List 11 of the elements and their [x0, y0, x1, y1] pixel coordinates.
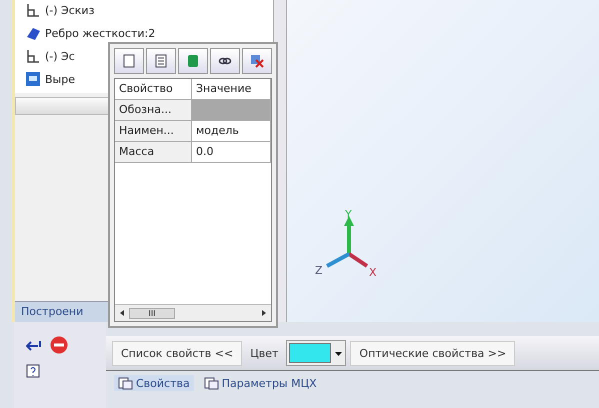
table-cell: Обозна...	[115, 100, 192, 121]
table-cell: 0.0	[192, 142, 271, 163]
tab-label: Параметры МЦХ	[222, 376, 317, 390]
axis-label: X	[369, 266, 377, 279]
tab-label: Свойства	[136, 376, 190, 390]
color-label: Цвет	[249, 346, 280, 360]
axis-label: Y	[345, 210, 352, 221]
axis-label: Z	[315, 264, 323, 277]
table-cell: Наимен...	[115, 121, 192, 142]
table-cell: модель	[192, 121, 271, 142]
table-cell: Масса	[115, 142, 192, 163]
